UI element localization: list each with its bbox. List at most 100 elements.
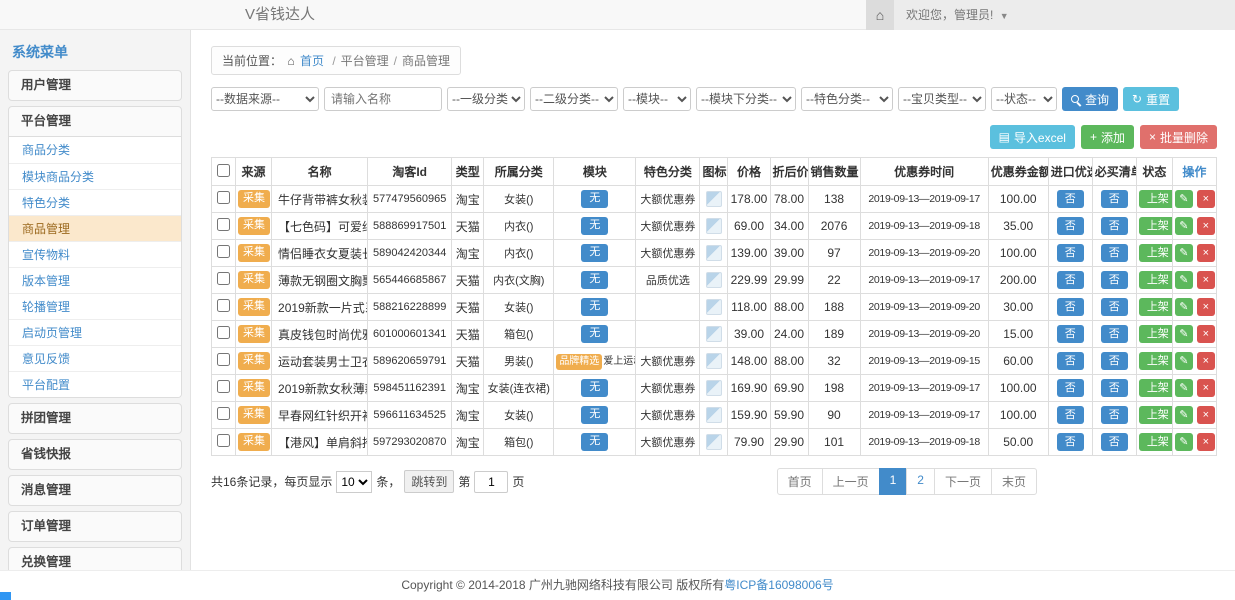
row-checkbox[interactable] bbox=[217, 218, 230, 231]
sidebar-subitem[interactable]: 商品分类 bbox=[9, 137, 181, 163]
row-checkbox[interactable] bbox=[217, 326, 230, 339]
status-button[interactable]: 上架 bbox=[1139, 325, 1173, 343]
import-toggle-button[interactable]: 否 bbox=[1057, 352, 1084, 370]
sidebar-item[interactable]: 用户管理 bbox=[9, 71, 181, 100]
search-button[interactable]: 查询 bbox=[1062, 87, 1118, 111]
row-checkbox[interactable] bbox=[217, 407, 230, 420]
sidebar-item[interactable]: 省钱快报 bbox=[9, 440, 181, 469]
row-checkbox[interactable] bbox=[217, 191, 230, 204]
page-button[interactable]: 上一页 bbox=[822, 468, 880, 495]
reset-button[interactable]: ↻ 重置 bbox=[1123, 87, 1179, 111]
page-button[interactable]: 2 bbox=[906, 468, 935, 495]
page-button[interactable]: 1 bbox=[879, 468, 908, 495]
delete-button[interactable]: × bbox=[1197, 433, 1215, 451]
sidebar-item[interactable]: 平台管理 bbox=[9, 107, 181, 136]
delete-button[interactable]: × bbox=[1197, 271, 1215, 289]
status-button[interactable]: 上架 bbox=[1139, 244, 1173, 262]
mustbuy-toggle-button[interactable]: 否 bbox=[1101, 406, 1128, 424]
delete-button[interactable]: × bbox=[1197, 244, 1215, 262]
user-menu[interactable]: 欢迎您，管理员! ▼ bbox=[906, 0, 1009, 31]
mustbuy-toggle-button[interactable]: 否 bbox=[1101, 271, 1128, 289]
sidebar-item[interactable]: 消息管理 bbox=[9, 476, 181, 505]
add-button[interactable]: + 添加 bbox=[1081, 125, 1134, 149]
row-checkbox[interactable] bbox=[217, 272, 230, 285]
icp-link[interactable]: 粤ICP备16098006号 bbox=[724, 578, 833, 592]
breadcrumb-home-link[interactable]: 首页 bbox=[300, 54, 324, 68]
select-all-checkbox[interactable] bbox=[217, 164, 230, 177]
row-checkbox[interactable] bbox=[217, 299, 230, 312]
row-checkbox[interactable] bbox=[217, 353, 230, 366]
import-toggle-button[interactable]: 否 bbox=[1057, 433, 1084, 451]
sidebar-subitem[interactable]: 轮播管理 bbox=[9, 293, 181, 319]
status-button[interactable]: 上架 bbox=[1139, 217, 1173, 235]
import-toggle-button[interactable]: 否 bbox=[1057, 406, 1084, 424]
mustbuy-toggle-button[interactable]: 否 bbox=[1101, 298, 1128, 316]
edit-button[interactable]: ✎ bbox=[1175, 244, 1193, 262]
status-button[interactable]: 上架 bbox=[1139, 379, 1173, 397]
delete-button[interactable]: × bbox=[1197, 406, 1215, 424]
edit-button[interactable]: ✎ bbox=[1175, 352, 1193, 370]
mustbuy-toggle-button[interactable]: 否 bbox=[1101, 217, 1128, 235]
sidebar-item[interactable]: 订单管理 bbox=[9, 512, 181, 541]
status-button[interactable]: 上架 bbox=[1139, 190, 1173, 208]
status-button[interactable]: 上架 bbox=[1139, 271, 1173, 289]
filter-select[interactable]: --二级分类-- bbox=[530, 87, 618, 111]
mustbuy-toggle-button[interactable]: 否 bbox=[1101, 433, 1128, 451]
filter-select[interactable]: --一级分类-- bbox=[447, 87, 525, 111]
mustbuy-toggle-button[interactable]: 否 bbox=[1101, 379, 1128, 397]
edit-button[interactable]: ✎ bbox=[1175, 433, 1193, 451]
import-toggle-button[interactable]: 否 bbox=[1057, 325, 1084, 343]
page-button[interactable]: 下一页 bbox=[934, 468, 992, 495]
delete-button[interactable]: × bbox=[1197, 298, 1215, 316]
sidebar-subitem[interactable]: 宣传物料 bbox=[9, 241, 181, 267]
sidebar-subitem[interactable]: 平台配置 bbox=[9, 371, 181, 397]
page-button[interactable]: 末页 bbox=[991, 468, 1037, 495]
import-toggle-button[interactable]: 否 bbox=[1057, 271, 1084, 289]
edit-button[interactable]: ✎ bbox=[1175, 298, 1193, 316]
page-button[interactable]: 首页 bbox=[777, 468, 823, 495]
sidebar-subitem[interactable]: 商品管理 bbox=[9, 215, 181, 241]
edit-button[interactable]: ✎ bbox=[1175, 406, 1193, 424]
status-button[interactable]: 上架 bbox=[1139, 298, 1173, 316]
import-toggle-button[interactable]: 否 bbox=[1057, 217, 1084, 235]
delete-button[interactable]: × bbox=[1197, 217, 1215, 235]
mustbuy-toggle-button[interactable]: 否 bbox=[1101, 352, 1128, 370]
sidebar-subitem[interactable]: 版本管理 bbox=[9, 267, 181, 293]
sidebar-subitem[interactable]: 模块商品分类 bbox=[9, 163, 181, 189]
jump-button[interactable]: 跳转到 bbox=[404, 470, 454, 493]
sidebar-item[interactable]: 拼团管理 bbox=[9, 404, 181, 433]
filter-select[interactable]: --宝贝类型-- bbox=[898, 87, 986, 111]
import-toggle-button[interactable]: 否 bbox=[1057, 298, 1084, 316]
delete-button[interactable]: × bbox=[1197, 190, 1215, 208]
row-checkbox[interactable] bbox=[217, 380, 230, 393]
sidebar-item[interactable]: 兑换管理 bbox=[9, 548, 181, 570]
home-button[interactable]: ⌂ bbox=[866, 0, 894, 30]
mustbuy-toggle-button[interactable]: 否 bbox=[1101, 244, 1128, 262]
row-checkbox[interactable] bbox=[217, 434, 230, 447]
sidebar-subitem[interactable]: 意见反馈 bbox=[9, 345, 181, 371]
delete-button[interactable]: × bbox=[1197, 325, 1215, 343]
row-checkbox[interactable] bbox=[217, 245, 230, 258]
import-toggle-button[interactable]: 否 bbox=[1057, 244, 1084, 262]
status-button[interactable]: 上架 bbox=[1139, 352, 1173, 370]
import-toggle-button[interactable]: 否 bbox=[1057, 379, 1084, 397]
sidebar-subitem[interactable]: 启动页管理 bbox=[9, 319, 181, 345]
sidebar-subitem[interactable]: 特色分类 bbox=[9, 189, 181, 215]
import-toggle-button[interactable]: 否 bbox=[1057, 190, 1084, 208]
status-button[interactable]: 上架 bbox=[1139, 433, 1173, 451]
edit-button[interactable]: ✎ bbox=[1175, 271, 1193, 289]
mustbuy-toggle-button[interactable]: 否 bbox=[1101, 325, 1128, 343]
edit-button[interactable]: ✎ bbox=[1175, 217, 1193, 235]
filter-select[interactable]: --模块-- bbox=[623, 87, 691, 111]
per-page-select[interactable]: 10 bbox=[336, 471, 372, 493]
edit-button[interactable]: ✎ bbox=[1175, 379, 1193, 397]
filter-select[interactable]: --模块下分类-- bbox=[696, 87, 796, 111]
import-excel-button[interactable]: ▤ 导入excel bbox=[990, 125, 1075, 149]
filter-select[interactable]: --状态-- bbox=[991, 87, 1057, 111]
delete-button[interactable]: × bbox=[1197, 379, 1215, 397]
mustbuy-toggle-button[interactable]: 否 bbox=[1101, 190, 1128, 208]
filter-select[interactable]: --特色分类-- bbox=[801, 87, 893, 111]
delete-button[interactable]: × bbox=[1197, 352, 1215, 370]
edit-button[interactable]: ✎ bbox=[1175, 325, 1193, 343]
filter-name-input[interactable] bbox=[324, 87, 442, 111]
